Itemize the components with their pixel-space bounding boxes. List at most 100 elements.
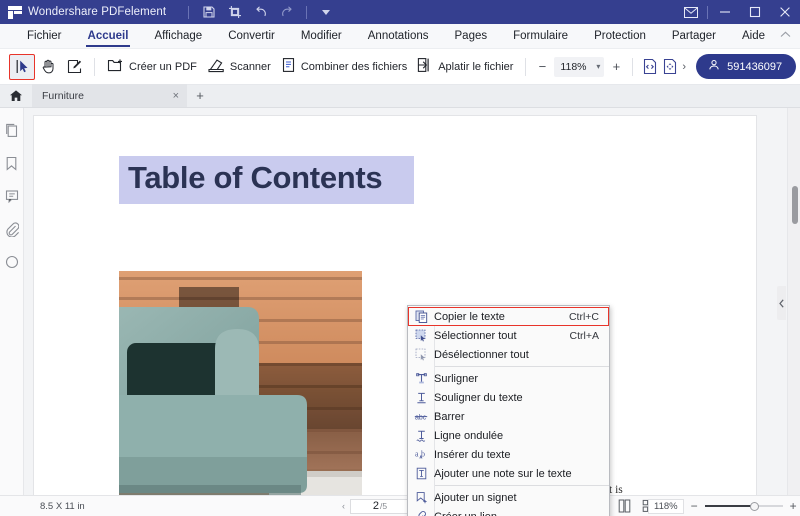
menu-item-barrer[interactable]: abc Barrer (408, 407, 609, 426)
menu-item-accueil[interactable]: Accueil (75, 24, 142, 49)
save-icon[interactable] (201, 4, 217, 20)
menu-item-partager[interactable]: Partager (659, 24, 729, 49)
menu-item-label: Sélectionner tout (434, 329, 517, 342)
menu-item-souligner-du-texte[interactable]: Souligner du texte (408, 388, 609, 407)
menu-item-fichier[interactable]: Fichier (14, 24, 75, 49)
quick-access-dropdown-icon[interactable] (318, 4, 334, 20)
menu-item-modifier[interactable]: Modifier (288, 24, 355, 49)
page-number-input[interactable]: 2 /5 (350, 498, 410, 514)
divider (525, 57, 527, 76)
squiggly-line-icon (408, 429, 434, 442)
divider (188, 5, 190, 19)
edit-page-icon[interactable] (61, 54, 87, 80)
tab-furniture[interactable]: Furniture × (32, 84, 187, 107)
plus-icon[interactable]: + (187, 84, 213, 107)
minimize-button[interactable] (710, 0, 740, 24)
chevron-right-icon[interactable]: › (682, 61, 686, 73)
home-icon[interactable] (0, 84, 32, 107)
chevron-up-icon[interactable] (780, 30, 791, 41)
menu-item-label: Insérer du texte (434, 448, 511, 461)
zoom-in-button[interactable]: + (607, 57, 625, 77)
zoom-slider[interactable] (704, 500, 783, 512)
user-icon (708, 59, 720, 74)
slider-fill (704, 505, 753, 507)
minus-icon[interactable]: − (691, 499, 698, 513)
comment-icon[interactable] (4, 188, 20, 204)
account-button[interactable]: 591436097 (696, 54, 797, 79)
fit-width-icon[interactable] (640, 57, 660, 77)
feedback-mail-icon[interactable] (677, 0, 705, 24)
chevron-down-icon: ▾ (596, 62, 601, 71)
menu-item-deselectionner-tout[interactable]: Désélectionner tout (408, 345, 609, 364)
menu-separator (434, 485, 609, 486)
menu-item-label: Barrer (434, 410, 465, 423)
two-page-icon[interactable] (616, 498, 633, 514)
close-button[interactable] (770, 0, 800, 24)
insert-text-icon: ab (408, 448, 434, 461)
text-note-icon (408, 467, 434, 480)
menu-item-aide[interactable]: Aide (729, 24, 778, 49)
menu-item-ajouter-une-note-sur-le-texte[interactable]: Ajouter une note sur le texte (408, 464, 609, 483)
slider-knob[interactable] (749, 501, 759, 511)
scrollbar-thumb[interactable] (792, 186, 798, 224)
menu-item-inserer-du-texte[interactable]: ab Insérer du texte (408, 445, 609, 464)
zoom-control: − 118% ▾ + (533, 56, 625, 77)
plus-icon[interactable]: + (790, 499, 797, 513)
workspace: Table of Contents is Copier le texte Ctr… (0, 108, 800, 516)
status-zoom-control: 118% − + (648, 498, 797, 514)
menu-item-affichage[interactable]: Affichage (141, 24, 215, 49)
deselect-all-icon (408, 348, 434, 361)
title-bar: Wondershare PDFelement (0, 0, 800, 24)
menu-item-label: Souligner du texte (434, 391, 523, 404)
scanner-icon (207, 58, 225, 76)
app-title: Wondershare PDFelement (28, 6, 167, 18)
select-cursor-icon[interactable] (9, 53, 35, 80)
redo-icon[interactable] (279, 4, 295, 20)
copy-text-icon (408, 310, 434, 323)
scan-button[interactable]: Scanner (202, 54, 276, 80)
combine-files-button[interactable]: Combiner des fichiers (276, 54, 412, 80)
menu-item-creer-un-lien[interactable]: Créer un lien (408, 507, 609, 516)
menu-item-label: Surligner (434, 372, 479, 385)
zoom-level-select[interactable]: 118% ▾ (554, 56, 605, 77)
left-sidebar (0, 108, 24, 495)
menu-item-surligner[interactable]: Surligner (408, 369, 609, 388)
paperclip-icon[interactable] (4, 221, 20, 237)
menu-item-label: Copier le texte (434, 310, 505, 323)
menu-item-convertir[interactable]: Convertir (215, 24, 288, 49)
menu-item-ajouter-un-signet[interactable]: Ajouter un signet (408, 488, 609, 507)
zoom-out-button[interactable]: − (533, 57, 551, 77)
create-pdf-button[interactable]: Créer un PDF (102, 54, 202, 80)
menu-item-annotations[interactable]: Annotations (355, 24, 442, 49)
menu-item-formulaire[interactable]: Formulaire (500, 24, 581, 49)
current-page-value: 2 (372, 500, 380, 512)
undo-icon[interactable] (253, 4, 269, 20)
flatten-file-button[interactable]: Aplatir le fichier (412, 54, 518, 80)
highlight-text-icon (408, 372, 434, 385)
circle-search-icon[interactable] (4, 254, 20, 270)
vertical-scrollbar[interactable] (787, 108, 800, 495)
status-zoom-value[interactable]: 118% (648, 498, 684, 514)
fit-page-icon[interactable] (660, 57, 680, 77)
tab-strip: Furniture × + (0, 84, 800, 108)
menu-item-pages[interactable]: Pages (442, 24, 501, 49)
crop-icon[interactable] (227, 4, 243, 20)
hand-icon[interactable] (35, 54, 61, 80)
divider (306, 5, 308, 19)
create-pdf-label: Créer un PDF (129, 60, 197, 73)
maximize-button[interactable] (740, 0, 770, 24)
application-window: Wondershare PDFelement Fichier Accueil A… (0, 0, 800, 516)
pages-thumbnail-icon[interactable] (4, 122, 20, 138)
tab-label: Furniture (42, 89, 85, 102)
menu-item-shortcut: Ctrl+C (568, 310, 599, 323)
bookmark-icon[interactable] (4, 155, 20, 171)
document-heading-selection[interactable]: Table of Contents (119, 156, 414, 204)
chevron-left-icon[interactable]: ‹ (340, 501, 347, 511)
menu-item-selectionner-tout[interactable]: Sélectionner tout Ctrl+A (408, 326, 609, 345)
menu-item-copier-le-texte[interactable]: Copier le texte Ctrl+C (408, 307, 609, 326)
close-icon[interactable]: × (167, 90, 179, 102)
menu-item-ligne-ondulee[interactable]: Ligne ondulée (408, 426, 609, 445)
menu-item-protection[interactable]: Protection (581, 24, 659, 49)
right-panel-collapse-handle[interactable] (777, 286, 786, 320)
svg-text:abc: abc (415, 414, 427, 421)
